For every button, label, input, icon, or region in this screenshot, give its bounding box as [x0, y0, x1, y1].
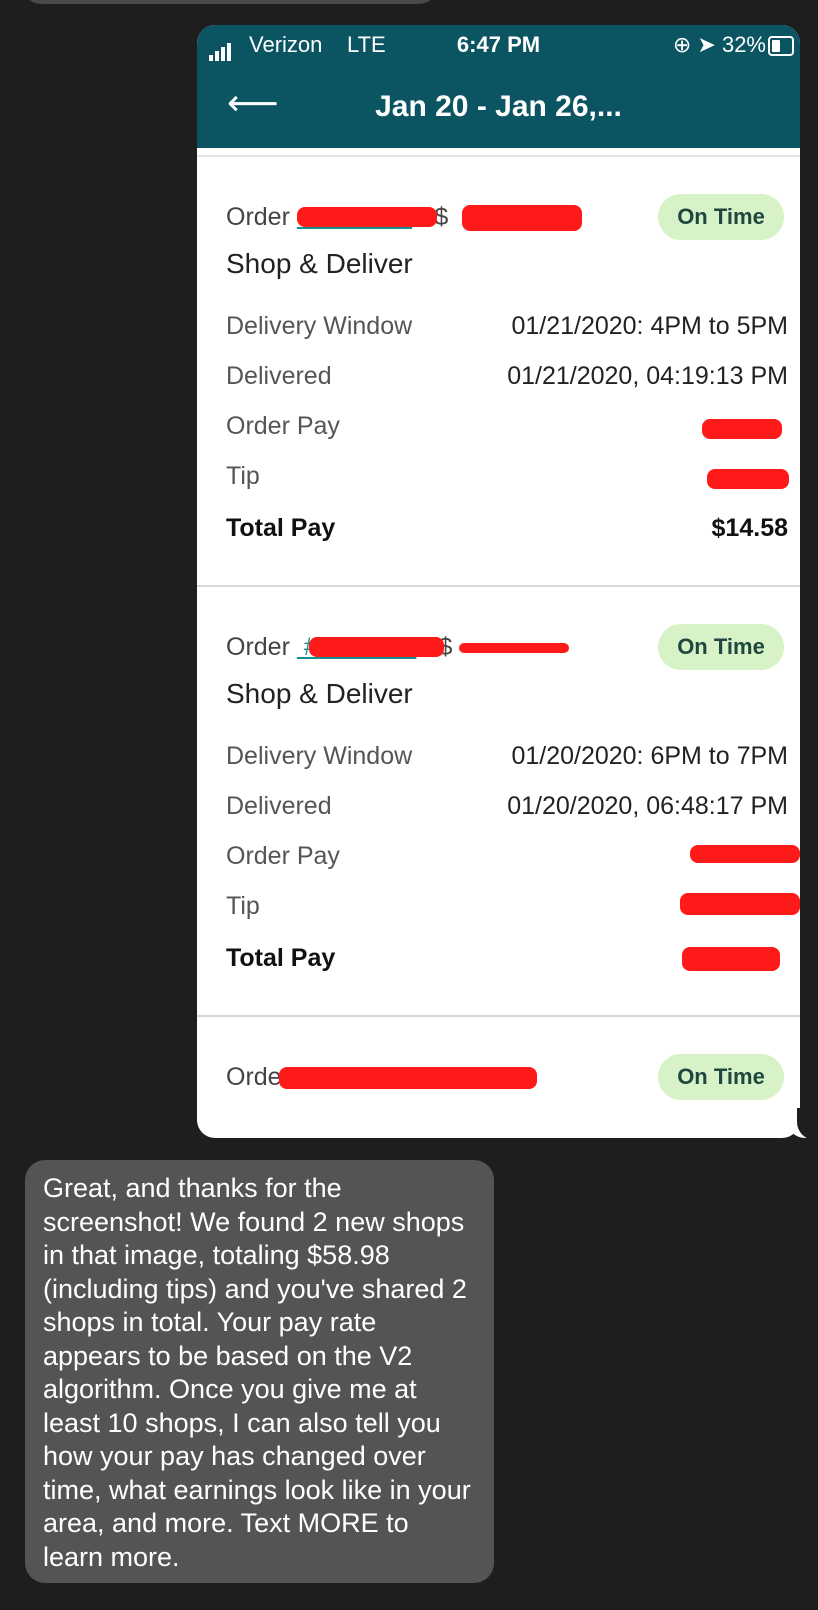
message-text: Great, and thanks for the screenshot! We…	[43, 1173, 471, 1572]
row-label: Tip	[226, 892, 260, 920]
status-badge: On Time	[658, 1054, 784, 1100]
orders-list: Order #2… · $ On Time Shop & Deliver Del…	[197, 157, 800, 1107]
row-label: Order Pay	[226, 412, 340, 440]
row-value: 01/20/2020: 6PM to 7PM	[511, 742, 788, 770]
battery-icon	[768, 36, 794, 56]
redaction-mark	[690, 845, 800, 863]
order-card[interactable]: Order #…… · $ On Time Shop & Deliver Del…	[197, 587, 800, 1017]
row-label: Order Pay	[226, 842, 340, 870]
row-value: 01/21/2020, 04:19:13 PM	[507, 362, 788, 390]
status-bar: Verizon LTE 6:47 PM ⊕ ➤ 32%	[197, 25, 800, 65]
row-label: Tip	[226, 462, 260, 490]
status-badge: On Time	[658, 624, 784, 670]
redaction-mark	[680, 893, 800, 915]
redaction-mark	[707, 469, 789, 489]
row-label: Delivery Window	[226, 742, 413, 770]
service-type: Shop & Deliver	[226, 678, 413, 709]
previous-message-bubble	[20, 0, 440, 4]
page-title: Jan 20 - Jan 26,...	[375, 90, 622, 123]
location-icon: ➤	[697, 32, 716, 57]
service-type: Shop & Deliver	[226, 248, 413, 279]
row-label: Delivery Window	[226, 312, 413, 340]
redaction-mark	[682, 947, 780, 971]
screenshot-attachment[interactable]: Verizon LTE 6:47 PM ⊕ ➤ 32% ⟵ Jan 20 - J…	[197, 25, 800, 1138]
redaction-mark	[297, 207, 437, 227]
row-label: Total Pay	[226, 944, 336, 972]
status-badge: On Time	[658, 194, 784, 240]
row-label: Delivered	[226, 792, 332, 820]
delivered-row: Delivered 01/21/2020, 04:19:13 PM	[226, 362, 788, 394]
delivered-row: Delivered 01/20/2020, 06:48:17 PM	[226, 792, 788, 824]
delivery-window-row: Delivery Window 01/21/2020: 4PM to 5PM	[226, 312, 788, 344]
total-pay-row: Total Pay $14.58	[226, 514, 788, 546]
status-right: ⊕ ➤ 32%	[673, 32, 766, 58]
redaction-mark	[309, 637, 444, 657]
app-header: Verizon LTE 6:47 PM ⊕ ➤ 32% ⟵ Jan 20 - J…	[197, 25, 800, 148]
order-card[interactable]: Order On Time	[197, 1017, 800, 1107]
redaction-mark	[702, 419, 782, 439]
battery-percent: 32%	[721, 32, 766, 57]
order-card[interactable]: Order #2… · $ On Time Shop & Deliver Del…	[197, 157, 800, 587]
order-label: Order	[226, 633, 290, 661]
redaction-mark	[462, 205, 582, 231]
order-label: Order	[226, 203, 290, 231]
row-value: 01/20/2020, 06:48:17 PM	[507, 792, 788, 820]
redaction-mark	[279, 1067, 537, 1089]
tip-row: Tip	[226, 462, 788, 494]
incoming-message-bubble[interactable]: Great, and thanks for the screenshot! We…	[25, 1160, 494, 1583]
row-label: Delivered	[226, 362, 332, 390]
row-value: 01/21/2020: 4PM to 5PM	[511, 312, 788, 340]
row-value: $14.58	[711, 514, 788, 542]
orientation-lock-icon: ⊕	[672, 32, 692, 57]
redaction-mark	[459, 643, 569, 653]
row-label: Total Pay	[226, 514, 336, 542]
delivery-window-row: Delivery Window 01/20/2020: 6PM to 7PM	[226, 742, 788, 774]
